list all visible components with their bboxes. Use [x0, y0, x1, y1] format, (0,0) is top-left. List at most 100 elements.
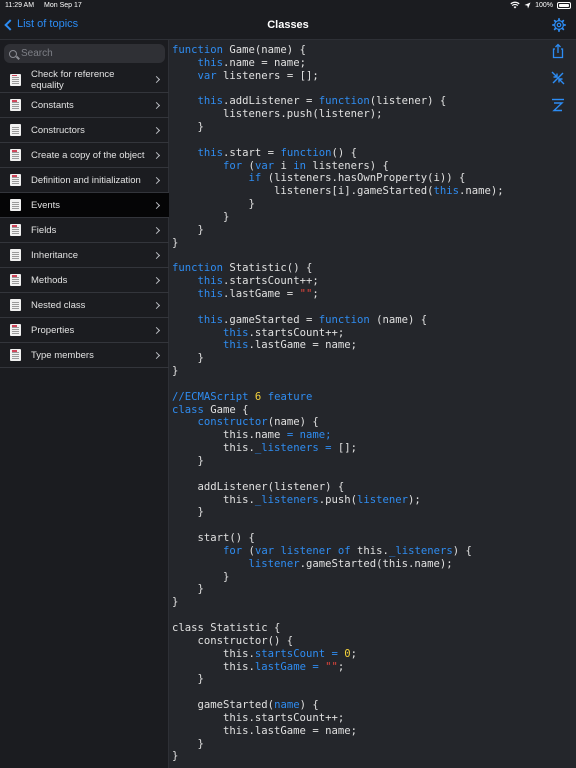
sidebar-item[interactable]: Constants [0, 93, 169, 118]
document-red-icon [10, 274, 21, 286]
code-token: this. [172, 442, 255, 455]
code-token: this. [350, 544, 389, 557]
right-toolbar [539, 40, 576, 160]
sidebar-item[interactable]: Events [0, 193, 169, 218]
code-token: "" [299, 288, 313, 301]
code-token: } [172, 455, 204, 467]
code-line: for (var i in listeners) { [172, 160, 539, 173]
code-token: this [197, 275, 224, 288]
navigation-bar: List of topics Classes [0, 12, 576, 40]
code-token: = name; [286, 429, 332, 442]
code-line: var listeners = []; [172, 70, 539, 83]
code-token: .gameStarted = [223, 313, 319, 326]
code-token: } [172, 737, 204, 750]
code-token: .start = [223, 146, 281, 159]
code-token: } [172, 583, 204, 596]
shrink-icon[interactable] [550, 70, 566, 86]
code-line: } [172, 455, 539, 468]
code-token: ) { [452, 544, 472, 557]
code-token: _listeners = [254, 442, 338, 455]
sidebar-item-label: Check for reference equality [31, 68, 115, 91]
code-token: []; [337, 442, 357, 455]
sidebar-item[interactable]: Type members [0, 343, 169, 368]
code-token: in [293, 159, 306, 172]
document-icon [10, 124, 21, 136]
code-token: of [337, 544, 351, 557]
code-token: function [280, 146, 332, 159]
sidebar-item[interactable]: Check for reference equality [0, 67, 169, 93]
search-input[interactable] [21, 48, 161, 59]
code-line: start() { [172, 532, 539, 545]
code-token: this [223, 339, 249, 352]
sidebar-item[interactable]: Fields [0, 218, 169, 243]
code-token: addListener(listener) { [172, 480, 345, 493]
sidebar-item[interactable]: Constructors [0, 118, 169, 143]
status-bar: 11:29 AM Mon Sep 17 100% [0, 0, 576, 12]
chevron-right-icon [152, 101, 161, 109]
topics-sidebar: Check for reference equality Constants Con… [0, 40, 169, 768]
code-token: .startsCount++; [248, 326, 345, 339]
document-red-icon [10, 99, 21, 111]
sidebar-item-label: Events [31, 199, 61, 211]
code-line: this.name = name; [172, 57, 539, 70]
code-line: } [172, 673, 539, 686]
chevron-right-icon [152, 151, 161, 159]
search-bar[interactable] [4, 44, 165, 63]
code-token: } [172, 365, 179, 378]
code-token: name [274, 699, 300, 712]
code-line: } [172, 352, 539, 365]
sidebar-item[interactable]: Methods [0, 268, 169, 293]
chevron-right-icon [152, 251, 161, 259]
document-red-icon [10, 149, 21, 161]
code-token: this.startsCount++; [172, 711, 345, 724]
code-token: this [197, 95, 224, 108]
share-icon[interactable] [550, 43, 566, 59]
code-token: //ECMAScript [172, 390, 255, 403]
code-token: .push( [318, 493, 357, 506]
sidebar-item[interactable]: Properties [0, 318, 169, 343]
battery-icon [557, 1, 571, 9]
code-token: class [172, 403, 204, 416]
code-token: constructor() { [172, 634, 294, 647]
code-token: function [318, 95, 370, 108]
code-view: function Game(name) { this.name = name; … [169, 40, 539, 768]
code-line: constructor(name) { [172, 416, 539, 429]
chevron-right-icon [152, 176, 161, 184]
code-token: } [172, 596, 179, 609]
sidebar-item[interactable]: Inheritance [0, 243, 169, 268]
code-line: if (listeners.hasOwnProperty(i)) { [172, 172, 539, 185]
code-token: var [254, 159, 275, 172]
gear-icon[interactable] [552, 18, 566, 32]
sidebar-item-label: Methods [31, 274, 68, 286]
code-token: (name) { [369, 313, 428, 326]
code-line: for (var listener of this._listeners) { [172, 545, 539, 558]
code-line: this.lastGame = ""; [172, 288, 539, 301]
code-token: } [172, 673, 204, 686]
document-icon [10, 299, 21, 311]
chevron-right-icon [152, 126, 161, 134]
code-token: this [223, 326, 249, 339]
code-token: .startsCount++; [223, 275, 319, 288]
code-token: listeners = []; [216, 69, 319, 82]
sidebar-item[interactable]: Definition and initialization [0, 168, 169, 193]
sidebar-item[interactable]: Nested class [0, 293, 169, 318]
language-icon[interactable] [550, 97, 566, 113]
code-line: class Statistic { [172, 622, 539, 635]
code-line: //ECMAScript 6 feature [172, 391, 539, 404]
sidebar-item[interactable]: Create a copy of the object [0, 143, 169, 168]
code-token: } [172, 210, 230, 223]
code-line: } [172, 596, 539, 609]
code-token: listeners[i].gameStarted( [172, 185, 434, 198]
code-token: listener [248, 557, 300, 570]
code-token: function [172, 44, 224, 56]
